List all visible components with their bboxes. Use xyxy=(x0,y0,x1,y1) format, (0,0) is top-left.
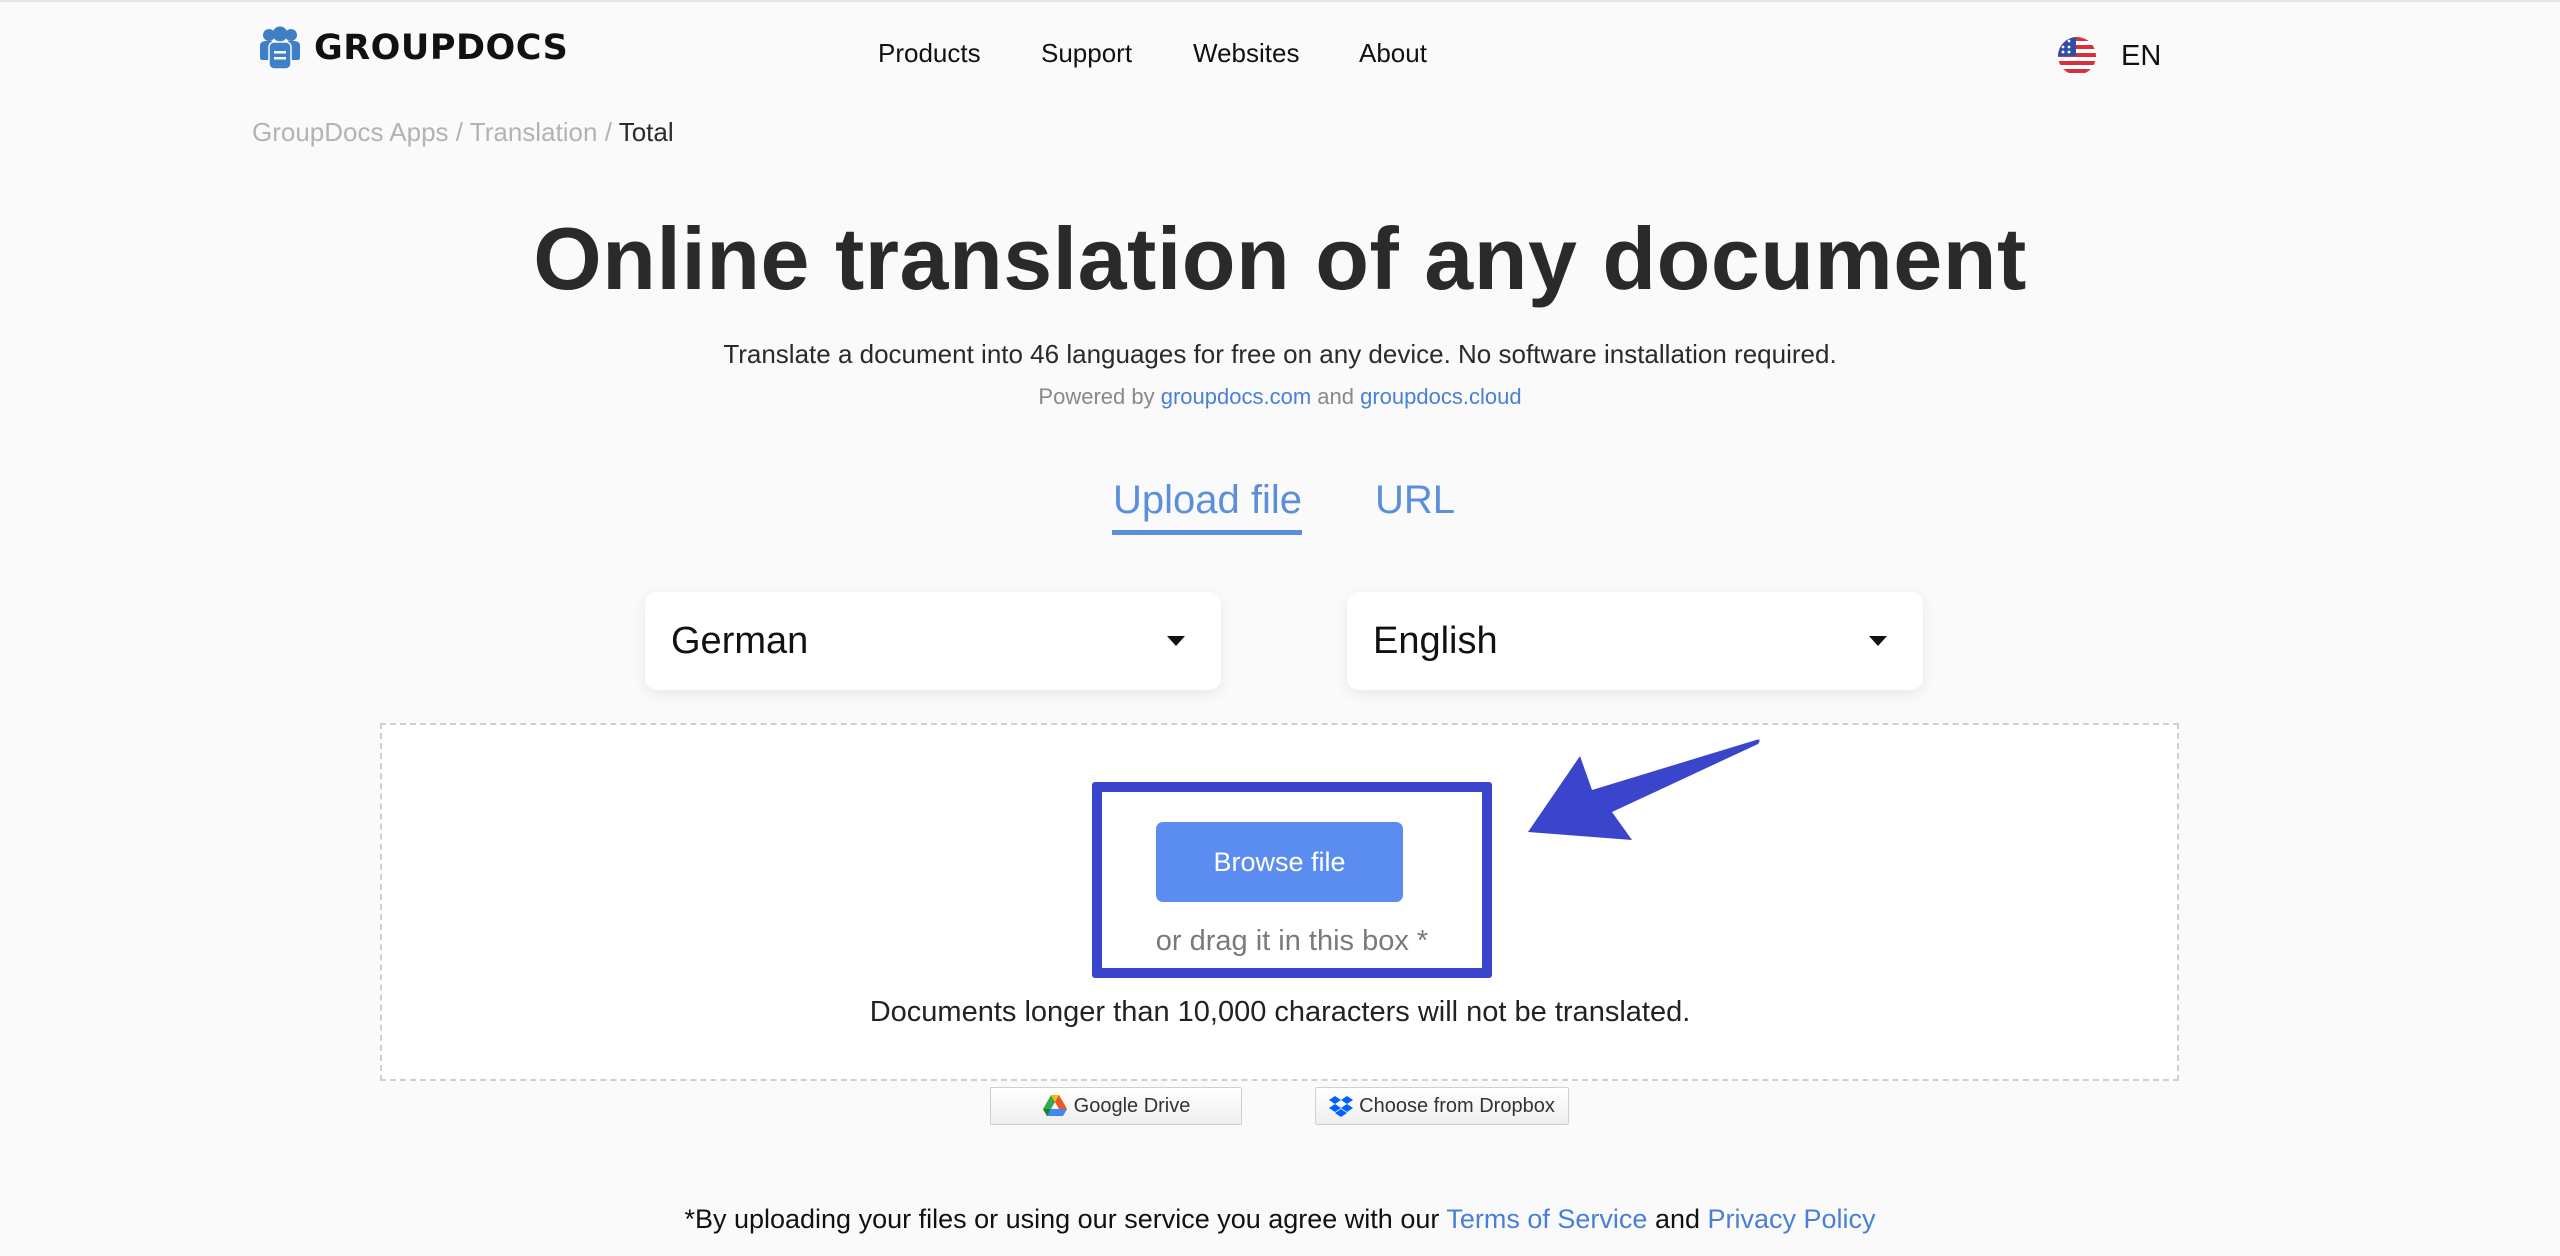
source-language-select[interactable]: German xyxy=(645,592,1221,690)
page-title: Online translation of any document xyxy=(533,209,2027,308)
breadcrumb-item-current: Total xyxy=(618,117,674,147)
groupdocs-com-link[interactable]: groupdocs.com xyxy=(1161,384,1311,409)
dropbox-icon xyxy=(1329,1096,1354,1117)
google-drive-button[interactable]: Google Drive xyxy=(990,1087,1242,1125)
caret-down-icon xyxy=(1869,636,1887,646)
terms-notice: *By uploading your files or using our se… xyxy=(0,1204,2560,1235)
groupdocs-cloud-link[interactable]: groupdocs.cloud xyxy=(1360,384,1521,409)
google-drive-icon xyxy=(1042,1095,1067,1116)
powered-and: and xyxy=(1317,384,1354,409)
breadcrumb-item-apps[interactable]: GroupDocs Apps xyxy=(252,117,449,147)
drag-hint: or drag it in this box * xyxy=(1155,925,1429,957)
page-subtitle: Translate a document into 46 languages f… xyxy=(723,339,1837,369)
document-limit-note: Documents longer than 10,000 characters … xyxy=(869,996,1691,1028)
terms-notice-text: *By uploading your files or using our se… xyxy=(684,1204,1440,1234)
groupdocs-logo-icon xyxy=(260,26,300,70)
terms-and: and xyxy=(1654,1204,1700,1234)
source-language-value: German xyxy=(671,619,809,662)
tab-url[interactable]: URL xyxy=(1375,478,1455,523)
nav-about[interactable]: About xyxy=(1359,38,1427,69)
breadcrumb: GroupDocs Apps / Translation / Total xyxy=(252,117,674,148)
powered-by: Powered by groupdocs.com and groupdocs.c… xyxy=(0,384,2560,410)
us-flag-icon xyxy=(2058,37,2096,75)
dropbox-label: Choose from Dropbox xyxy=(1359,1094,1555,1117)
browse-file-button[interactable]: Browse file xyxy=(1156,822,1403,902)
annotation-arrow-icon xyxy=(1528,739,1760,840)
nav-products[interactable]: Products xyxy=(878,38,981,69)
caret-down-icon xyxy=(1167,636,1185,646)
dropbox-button[interactable]: Choose from Dropbox xyxy=(1315,1087,1569,1125)
breadcrumb-item-translation[interactable]: Translation xyxy=(470,117,598,147)
logo[interactable]: GROUPDOCS xyxy=(258,26,568,70)
powered-prefix: Powered by xyxy=(1038,384,1155,409)
terms-of-service-link[interactable]: Terms of Service xyxy=(1446,1204,1647,1234)
breadcrumb-separator: / xyxy=(604,117,612,147)
target-language-select[interactable]: English xyxy=(1347,592,1923,690)
tab-upload-file[interactable]: Upload file xyxy=(1113,478,1302,523)
language-selector[interactable]: EN xyxy=(2057,36,2161,76)
logo-text: GROUPDOCS xyxy=(314,28,569,68)
top-border xyxy=(0,0,2560,2)
nav-support[interactable]: Support xyxy=(1041,38,1132,69)
google-drive-label: Google Drive xyxy=(1073,1094,1191,1117)
active-tab-indicator xyxy=(1112,530,1302,535)
breadcrumb-separator: / xyxy=(455,117,464,147)
target-language-value: English xyxy=(1373,619,1498,662)
privacy-policy-link[interactable]: Privacy Policy xyxy=(1708,1204,1876,1234)
nav-websites[interactable]: Websites xyxy=(1193,38,1299,69)
language-label: EN xyxy=(2121,39,2162,72)
